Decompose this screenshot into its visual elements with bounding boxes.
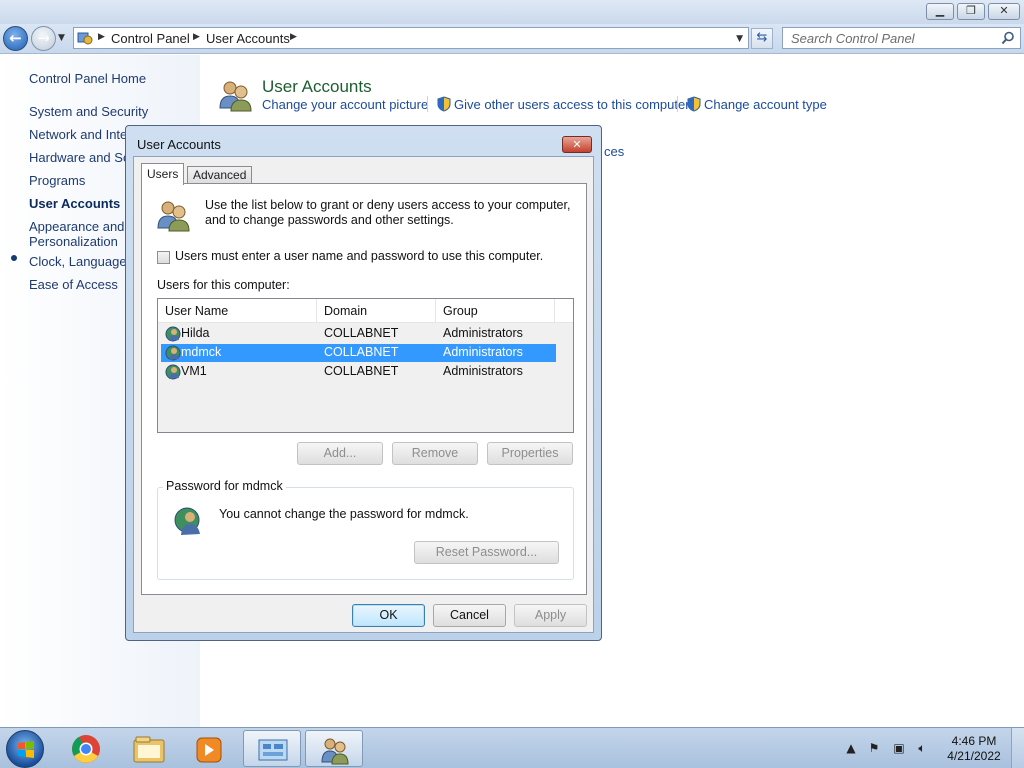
recent-pages-dropdown[interactable]: ▼ [58, 33, 65, 43]
apply-button[interactable]: Apply [514, 604, 587, 627]
forward-button[interactable]: → [31, 26, 56, 51]
user-accounts-icon [321, 738, 349, 765]
properties-button[interactable]: Properties [487, 442, 573, 465]
media-player-icon [196, 737, 222, 763]
dialog-title: User Accounts [137, 137, 221, 152]
user-icon [165, 345, 181, 361]
link-separator [677, 96, 678, 112]
password-group-label: Password for mdmck [163, 479, 286, 493]
action-center-flag-icon[interactable]: ⚑ [866, 741, 882, 757]
volume-icon[interactable]: 🔈︎ [914, 741, 930, 757]
clock-date: 4/21/2022 [947, 749, 1001, 763]
refresh-button[interactable]: ⇆ [751, 28, 773, 49]
control-panel-icon [258, 739, 288, 761]
explorer-icon [133, 736, 165, 763]
clock-time: 4:46 PM [951, 734, 997, 748]
ok-button[interactable]: OK [352, 604, 425, 627]
breadcrumb-control-panel[interactable]: Control Panel [111, 31, 190, 46]
user-group: Administrators [443, 326, 523, 340]
taskbar-control-panel[interactable] [243, 730, 301, 767]
intro-text: Use the list below to grant or deny user… [205, 198, 571, 227]
taskbar: ▲ ⚑ ▣ 🔈︎ 4:46 PM 4/21/2022 [0, 727, 1024, 768]
column-user-name[interactable]: User Name [158, 299, 317, 323]
network-icon[interactable]: ▣ [891, 741, 907, 757]
user-name: Hilda [181, 326, 210, 340]
minimize-button[interactable]: ▁ [926, 3, 954, 20]
taskbar-media-player[interactable] [180, 730, 238, 767]
users-list[interactable]: User Name Domain Group Hilda COLLABNET A… [157, 298, 574, 433]
maximize-button[interactable]: ❐ [957, 3, 985, 20]
window-titlebar: ▁ ❐ ✕ [0, 0, 1024, 24]
back-button[interactable]: ← [3, 26, 28, 51]
password-message: You cannot change the password for mdmck… [219, 507, 469, 521]
user-group: Administrators [443, 345, 523, 359]
tab-advanced[interactable]: Advanced [187, 166, 253, 184]
taskbar-chrome[interactable] [57, 730, 115, 767]
remove-user-button[interactable]: Remove [392, 442, 478, 465]
shield-icon [437, 96, 451, 112]
require-password-label[interactable]: Users must enter a user name and passwor… [175, 249, 543, 263]
breadcrumb-user-accounts[interactable]: User Accounts [206, 31, 290, 46]
users-tab-panel: Use the list below to grant or deny user… [141, 183, 587, 595]
user-name: VM1 [181, 364, 207, 378]
add-user-button[interactable]: Add... [297, 442, 383, 465]
breadcrumb-separator[interactable]: ▶ [290, 32, 297, 42]
search-icon[interactable] [1001, 31, 1015, 45]
reset-password-button[interactable]: Reset Password... [414, 541, 559, 564]
change-account-picture-link[interactable]: Change your account picture [262, 97, 428, 112]
search-box[interactable]: Search Control Panel [782, 27, 1021, 49]
address-dropdown[interactable]: ▼ [736, 34, 743, 44]
breadcrumb-separator[interactable]: ▶ [98, 32, 105, 42]
page-title: User Accounts [262, 77, 372, 96]
column-domain[interactable]: Domain [317, 299, 436, 323]
chrome-icon [72, 735, 100, 763]
users-list-header: User Name Domain Group [158, 299, 573, 323]
breadcrumb-separator[interactable]: ▶ [193, 32, 200, 42]
dialog-body: Users Advanced Use the list below to gra… [133, 156, 594, 633]
cancel-button[interactable]: Cancel [433, 604, 506, 627]
user-icon [165, 326, 181, 342]
user-group: Administrators [443, 364, 523, 378]
taskbar-user-accounts[interactable] [305, 730, 363, 767]
selected-bullet [11, 255, 17, 261]
dialog-close-button[interactable]: ✕ [562, 136, 592, 153]
link-separator [427, 96, 428, 112]
taskbar-explorer[interactable] [120, 730, 178, 767]
user-row-vm1[interactable]: VM1 COLLABNET Administrators [161, 363, 556, 381]
user-icon [174, 507, 200, 535]
password-group: Password for mdmck You cannot change the… [157, 479, 574, 580]
users-list-label: Users for this computer: [157, 278, 290, 292]
require-password-checkbox[interactable] [157, 251, 170, 264]
column-group[interactable]: Group [436, 299, 555, 323]
user-row-hilda[interactable]: Hilda COLLABNET Administrators [161, 325, 556, 343]
control-panel-icon [77, 32, 93, 45]
change-account-type-link[interactable]: Change account type [704, 97, 827, 112]
user-accounts-dialog: User Accounts ✕ Users Advanced Use the l… [125, 125, 602, 641]
navigation-bar: ← → ▼ ▶ Control Panel ▶ User Accounts ▶ … [0, 24, 1024, 54]
user-name: mdmck [181, 345, 222, 359]
user-domain: COLLABNET [324, 326, 399, 340]
shield-icon [687, 96, 701, 112]
nav-system-and-security[interactable]: System and Security [29, 104, 199, 119]
user-domain: COLLABNET [324, 345, 399, 359]
nav-control-panel-home[interactable]: Control Panel Home [29, 71, 199, 86]
user-domain: COLLABNET [324, 364, 399, 378]
windows-logo-icon [18, 741, 34, 758]
obscured-link-fragment[interactable]: ces [604, 144, 624, 159]
user-accounts-icon [157, 201, 190, 232]
show-desktop-button[interactable] [1011, 728, 1024, 768]
address-bar[interactable]: ▶ Control Panel ▶ User Accounts ▶ ▼ [73, 27, 749, 49]
user-icon [165, 364, 181, 380]
start-button[interactable] [6, 730, 44, 768]
show-hidden-icons-icon[interactable]: ▲ [843, 741, 859, 757]
close-window-button[interactable]: ✕ [988, 3, 1020, 20]
tab-users[interactable]: Users [141, 163, 185, 185]
search-input[interactable]: Search Control Panel [791, 31, 915, 46]
user-row-mdmck[interactable]: mdmck COLLABNET Administrators [161, 344, 556, 362]
user-accounts-icon [219, 81, 252, 112]
give-users-access-link[interactable]: Give other users access to this computer [454, 97, 690, 112]
clock[interactable]: 4:46 PM 4/21/2022 [946, 734, 1002, 764]
